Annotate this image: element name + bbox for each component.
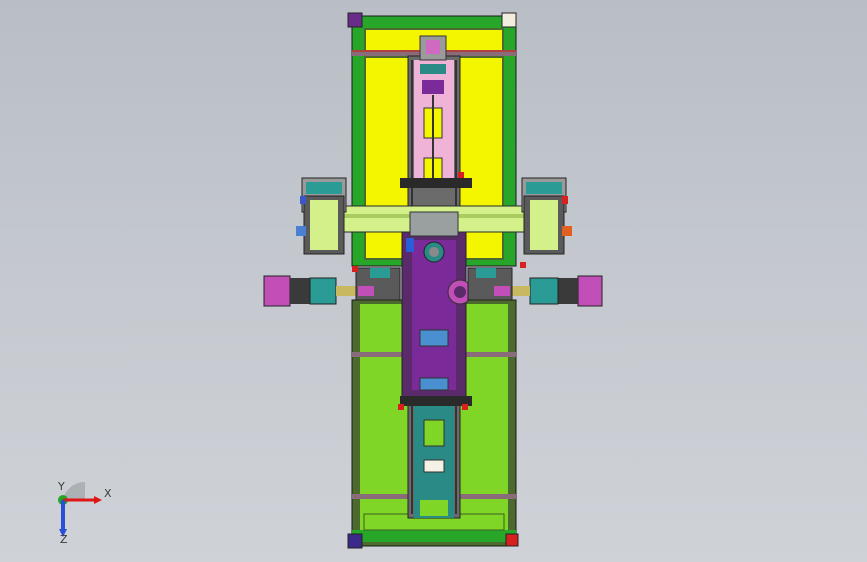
right-motor xyxy=(577,275,603,307)
corner-bracket-br xyxy=(505,533,519,547)
x-axis-arrow-icon xyxy=(94,496,102,504)
right-side-unit[interactable] xyxy=(521,177,572,255)
y-axis-label: Y xyxy=(57,480,65,493)
upper-clamp-bar xyxy=(400,178,472,188)
machine-assembly-top-view[interactable] xyxy=(0,0,867,562)
corner-bracket-tr xyxy=(501,12,517,28)
x-axis-label: X xyxy=(104,487,112,500)
orientation-triad: X Y Z xyxy=(57,480,112,544)
left-side-unit[interactable] xyxy=(296,177,347,255)
lower-clamp-bar xyxy=(400,396,472,406)
corner-bracket-tl xyxy=(347,12,363,28)
left-motor xyxy=(263,275,291,307)
z-axis-label: Z xyxy=(60,533,68,544)
corner-bracket-bl xyxy=(347,533,363,549)
lower-bottom-bar xyxy=(352,530,516,542)
left-motor-assembly[interactable] xyxy=(263,267,401,307)
right-motor-assembly[interactable] xyxy=(467,267,603,307)
cad-viewport[interactable]: X Y Z xyxy=(0,0,867,562)
